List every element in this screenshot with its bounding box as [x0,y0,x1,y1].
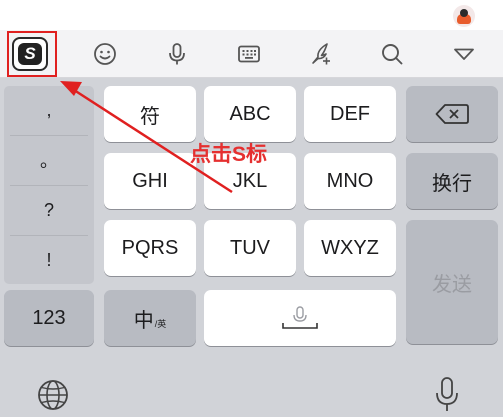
key-abc[interactable]: ABC [204,86,296,142]
send-button[interactable]: 发送 [406,220,498,344]
quill-pen-icon[interactable] [305,38,337,70]
avatar[interactable] [453,5,475,27]
punc-comma-key[interactable]: , [4,86,94,134]
key-symbols[interactable]: 符 [104,86,196,142]
key-def[interactable]: DEF [304,86,396,142]
space-bar[interactable] [204,290,396,346]
search-icon[interactable] [376,38,408,70]
key-pqrs[interactable]: PQRS [104,220,196,276]
key-tuv[interactable]: TUV [204,220,296,276]
key-mno[interactable]: MNO [304,153,396,209]
key-ghi[interactable]: GHI [104,153,196,209]
annotation-label: 点击S标 [190,143,268,166]
highlight-box [7,31,57,77]
language-toggle-button[interactable]: 中/英 [104,290,196,346]
punc-question-key[interactable]: ? [4,186,94,234]
punc-period-key[interactable]: 。 [4,136,94,184]
status-strip [0,0,503,30]
emoji-icon[interactable] [89,38,121,70]
numeric-mode-button[interactable]: 123 [4,290,94,346]
key-wxyz[interactable]: WXYZ [304,220,396,276]
keyboard-icon[interactable] [233,38,265,70]
newline-button[interactable]: 换行 [406,153,498,209]
backspace-icon [435,104,469,124]
microphone-icon[interactable] [161,38,193,70]
punc-exclaim-key[interactable]: ! [4,236,94,284]
dictation-mic-icon[interactable] [430,376,464,414]
collapse-triangle-icon[interactable] [448,38,480,70]
delete-button[interactable] [406,86,498,142]
ime-toolbar: S [0,30,503,78]
space-mic-icon [282,306,318,329]
globe-icon[interactable] [36,378,70,412]
